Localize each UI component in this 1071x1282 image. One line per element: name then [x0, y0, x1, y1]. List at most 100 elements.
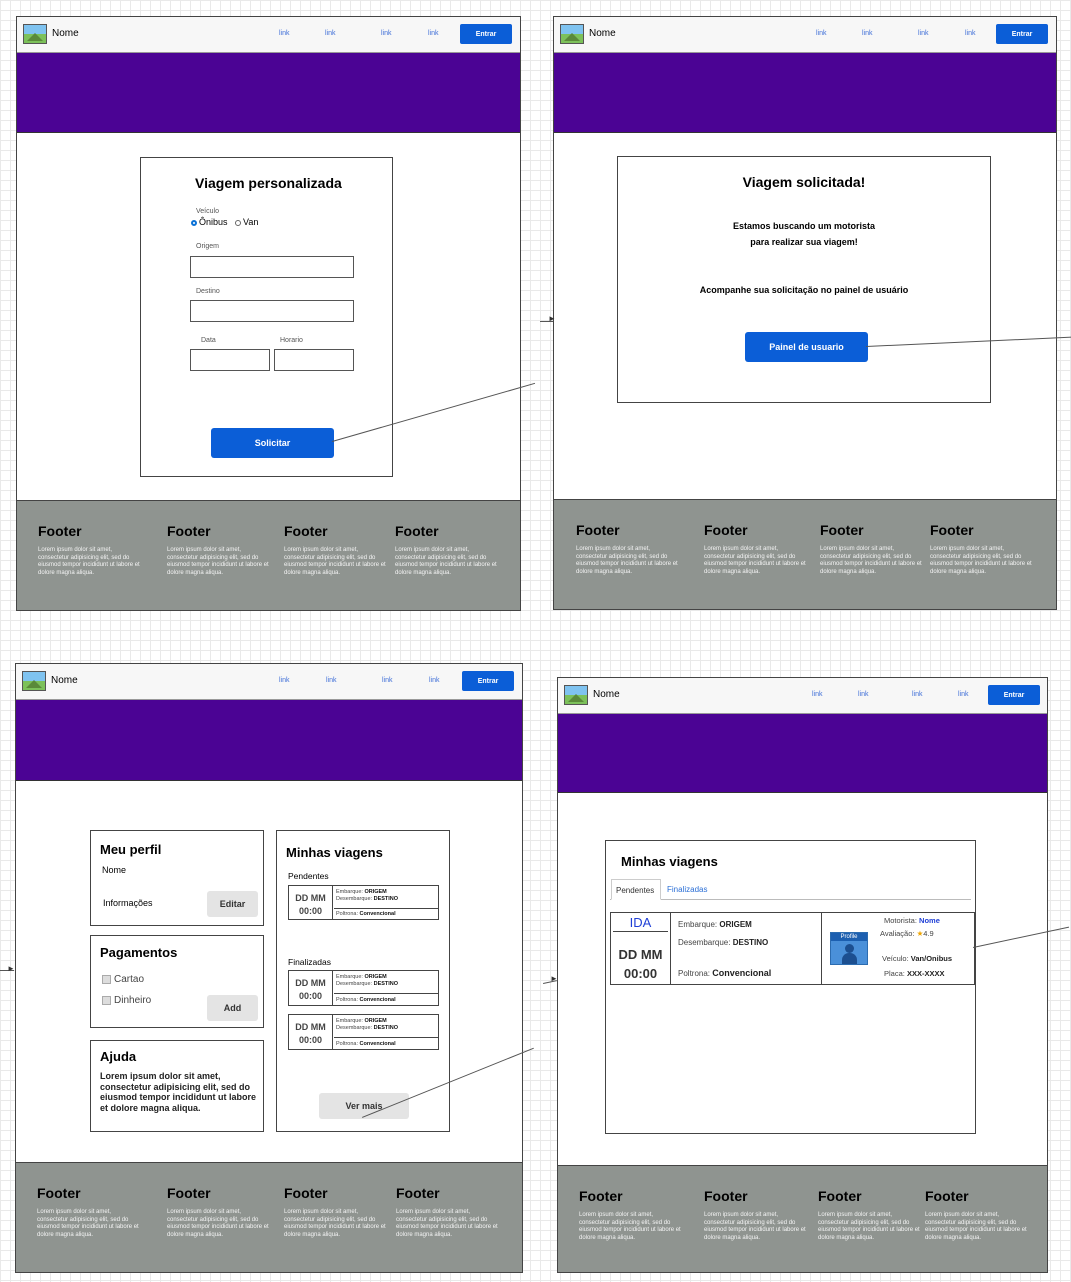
checkbox-icon[interactable]: [102, 974, 111, 984]
arrow-right-icon: ►: [7, 964, 15, 973]
origin-input[interactable]: [190, 256, 354, 278]
footer-text: Lorem ipsum dolor sit amet, consectetur …: [925, 1212, 1027, 1241]
payments-title: Pagamentos: [100, 945, 178, 960]
my-trips-card: Minhas viagens Pendentes DD MM 00:00 Emba…: [276, 830, 450, 1132]
nav-link-1[interactable]: link: [812, 691, 823, 698]
trip-boarding: Embarque: ORIGEM: [336, 1018, 387, 1024]
brand-name[interactable]: Nome: [52, 28, 79, 39]
nav-link-3[interactable]: link: [918, 30, 929, 37]
screen-viagem-personalizada: Nome link link link link Entrar Viagem p…: [16, 16, 521, 611]
help-card: Ajuda Lorem ipsum dolor sit amet, consec…: [90, 1040, 264, 1132]
brand-name[interactable]: Nome: [51, 675, 78, 686]
trip-seat: Poltrona: Convencional: [336, 911, 396, 917]
trip-landing: Desembarque: DESTINO: [336, 896, 398, 902]
footer-text: Lorem ipsum dolor sit amet, consectetur …: [576, 546, 678, 575]
boarding-label: Embarque:: [678, 920, 718, 929]
footer-column-2: Footer Lorem ipsum dolor sit amet, consec…: [167, 523, 272, 577]
nav-link-2[interactable]: link: [858, 691, 869, 698]
confirmation-title: Viagem solicitada!: [742, 174, 866, 190]
logo-image-icon[interactable]: [564, 685, 588, 705]
checkbox-icon[interactable]: [102, 995, 111, 1005]
radio-van[interactable]: [235, 219, 242, 226]
solicitar-button[interactable]: Solicitar: [211, 428, 334, 458]
footer-text: Lorem ipsum dolor sit amet, consectetur …: [284, 547, 386, 576]
navbar: Nome link link link link Entrar: [554, 17, 1056, 53]
vehicle-radio-group: Ônibus Van: [191, 217, 258, 227]
seat-label: Poltrona:: [336, 1041, 359, 1047]
brand-name[interactable]: Nome: [593, 689, 620, 700]
nav-link-4[interactable]: link: [429, 677, 440, 684]
brand-name[interactable]: Nome: [589, 28, 616, 39]
login-button[interactable]: Entrar: [996, 24, 1048, 44]
add-payment-button[interactable]: Add: [207, 995, 258, 1021]
seat-value: Convencional: [359, 997, 396, 1003]
divider: [334, 908, 438, 909]
date-input[interactable]: [190, 349, 270, 371]
user-panel-button[interactable]: Painel de usuario: [745, 332, 868, 362]
pending-trip-card[interactable]: DD MM 00:00 Embarque: ORIGEM Desembarque:…: [288, 885, 439, 920]
request-confirmation-panel: Viagem solicitada! Estamos buscando um m…: [617, 156, 991, 403]
nav-link-3[interactable]: link: [912, 691, 923, 698]
trip-detail-card[interactable]: IDA DD MM 00:00 Embarque: ORIGEM Desemba…: [610, 912, 975, 985]
boarding-label: Embarque:: [336, 889, 363, 895]
destination-input[interactable]: [190, 300, 354, 322]
divider: [334, 1037, 438, 1038]
rating-value: 4.9: [923, 929, 934, 938]
finished-trip-card[interactable]: DD MM 00:00 Embarque: ORIGEM Desembarque:…: [288, 970, 439, 1006]
driver-rating-row: Avaliação: ★4.9: [880, 929, 934, 938]
profile-title: Meu perfil: [100, 842, 162, 857]
login-button[interactable]: Entrar: [462, 671, 514, 691]
footer-title: Footer: [284, 523, 328, 539]
nav-link-4[interactable]: link: [428, 30, 439, 37]
footer-column-2: Footer Lorem ipsum dolor sit amet, consec…: [704, 1188, 809, 1242]
nav-link-1[interactable]: link: [279, 677, 290, 684]
logo-image-icon[interactable]: [560, 24, 584, 44]
footer-column-4: Footer Lorem ipsum dolor sit amet, consec…: [396, 1185, 501, 1239]
payment-option-card[interactable]: Cartao: [102, 974, 144, 985]
nav-link-2[interactable]: link: [325, 30, 336, 37]
vehicle-label: Veículo: [196, 208, 219, 215]
nav-link-2[interactable]: link: [326, 677, 337, 684]
hero-banner: [554, 53, 1056, 133]
my-trips-panel: Minhas viagens Pendentes Finalizadas IDA…: [605, 840, 976, 1134]
trip-seat: Poltrona: Convencional: [678, 968, 771, 978]
footer-column-3: Footer Lorem ipsum dolor sit amet, consec…: [820, 522, 925, 576]
trip-time: 00:00: [298, 991, 323, 1001]
edit-profile-button[interactable]: Editar: [207, 891, 258, 917]
trip-date-column: IDA DD MM 00:00: [611, 913, 671, 984]
navbar: Nome link link link link Entrar: [16, 664, 522, 700]
finished-trip-card[interactable]: DD MM 00:00 Embarque: ORIGEM Desembarque:…: [288, 1014, 439, 1050]
footer-column-1: Footer Lorem ipsum dolor sit amet, consec…: [38, 523, 143, 577]
payment-option-cash[interactable]: Dinheiro: [102, 995, 151, 1006]
nav-link-4[interactable]: link: [965, 30, 976, 37]
radio-onibus-label: Ônibus: [199, 217, 228, 227]
plate-label: Placa:: [884, 969, 905, 978]
footer-text: Lorem ipsum dolor sit amet, consectetur …: [704, 546, 806, 575]
finished-label: Finalizadas: [288, 957, 331, 967]
tab-pendentes[interactable]: Pendentes: [611, 879, 661, 900]
date-label: Data: [201, 337, 216, 344]
driver-avatar[interactable]: Profile: [830, 932, 868, 965]
time-input[interactable]: [274, 349, 354, 371]
footer: Footer Lorem ipsum dolor sit amet, consec…: [16, 1162, 522, 1272]
footer-title: Footer: [925, 1188, 969, 1204]
trip-boarding: Embarque: ORIGEM: [678, 920, 752, 929]
driver-name[interactable]: Nome: [919, 916, 940, 925]
nav-link-2[interactable]: link: [862, 30, 873, 37]
tab-finalizadas[interactable]: Finalizadas: [667, 885, 707, 894]
nav-link-3[interactable]: link: [381, 30, 392, 37]
nav-link-4[interactable]: link: [958, 691, 969, 698]
hero-banner: [558, 714, 1047, 793]
nav-link-1[interactable]: link: [279, 30, 290, 37]
avatar-body-icon: [842, 953, 857, 964]
screen-viagem-solicitada: Nome link link link link Entrar Viagem s…: [553, 16, 1057, 610]
nav-link-1[interactable]: link: [816, 30, 827, 37]
logo-image-icon[interactable]: [22, 671, 46, 691]
login-button[interactable]: Entrar: [988, 685, 1040, 705]
logo-image-icon[interactable]: [23, 24, 47, 44]
radio-onibus[interactable]: [191, 219, 197, 226]
footer-column-3: Footer Lorem ipsum dolor sit amet, consec…: [284, 523, 389, 577]
nav-link-3[interactable]: link: [382, 677, 393, 684]
profile-card: Meu perfil Nome Informações Editar: [90, 830, 264, 926]
login-button[interactable]: Entrar: [460, 24, 512, 44]
